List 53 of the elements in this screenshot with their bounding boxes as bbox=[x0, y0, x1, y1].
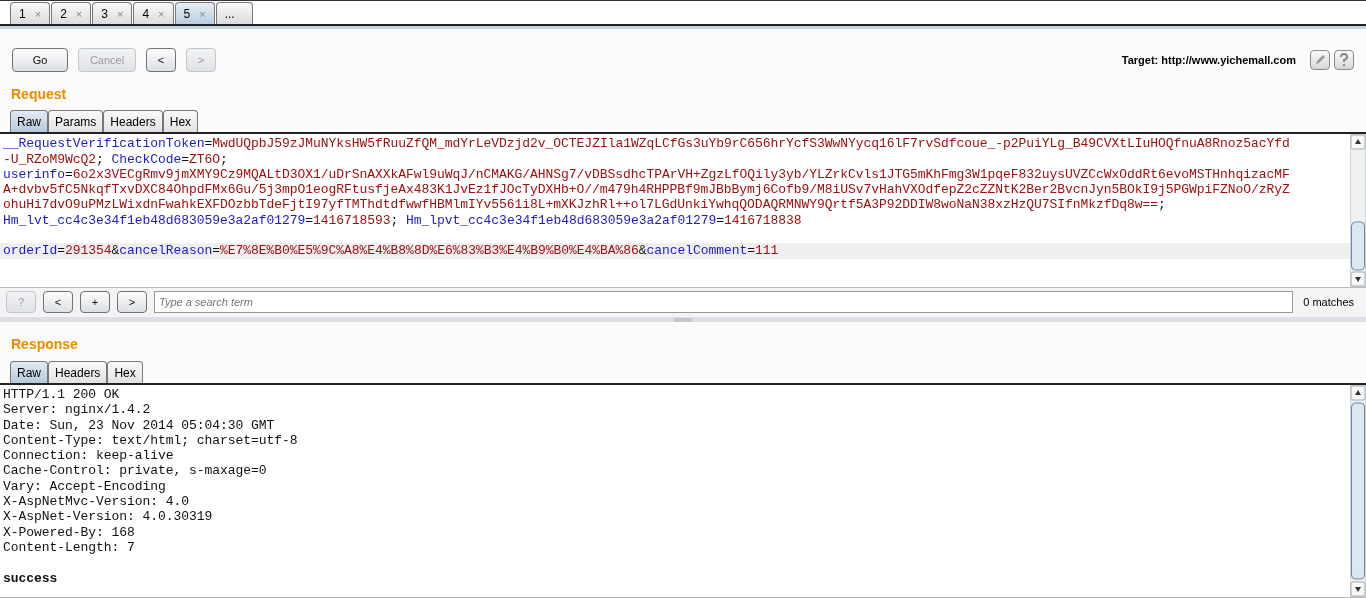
tab[interactable]: 3 × bbox=[92, 2, 133, 25]
tab-label: 5 bbox=[183, 6, 191, 21]
target-label: Target: http://www.yichemall.com bbox=[1121, 54, 1296, 67]
search-button[interactable]: > bbox=[117, 291, 147, 314]
tab[interactable]: Raw bbox=[10, 361, 48, 383]
tab[interactable]: 5 × bbox=[174, 2, 215, 25]
code-line: ohuHi7dvO9uPMzLWixdnFwahkEXFDOzbbTdeFjtI97yfTMThdtdfwwfHBMlmIYv5561i8L+mXKJzhRl++ol7LGdUnkiYwhqQODAQRMNWY9Qrtf5A3P92DDIW8woNaN38xzHzQU7SIfnMkzfDq8w==; bbox=[3, 197, 1167, 213]
code-line: Content-Length: 7 bbox=[3, 539, 136, 556]
tab[interactable]: 4 × bbox=[133, 2, 174, 25]
response-editor[interactable] bbox=[0, 385, 1366, 598]
code-line: Content-Type: text/html; charset=utf-8 bbox=[3, 432, 299, 449]
code-line: __RequestVerificationToken=MwdUQpbJ59zJMuNYksHW5fRuuZfQM_mdYrLeVDzjd2v_OCTEJZIla1WZqLCfGs3uYb9rC656hrYcfS3WwNYycq16lF7rvSdfcoue_-p2PuiYLg_B49CVXtLIuHOQfnuA8Rnoz5acYfd bbox=[3, 136, 1291, 152]
request-editor[interactable] bbox=[0, 134, 1366, 289]
code-line: Vary: Accept-Encoding bbox=[3, 478, 167, 495]
search-button[interactable]: + bbox=[80, 291, 110, 314]
tab-label: 3 bbox=[101, 6, 108, 21]
code-line: userinfo=6o2x3VECgRmv9jmXMY9Cz9MQALtD3OX1/uDrSnAXXkAFwl9uWqJ/nCMAKG/AHNSg7/vDBSsdhcTPArVH+ZgzLfOQily3yb/YLZrkCvls1JTG5mKhFmg3W1pqeF832uysUVZCcWxOddRt6evoMSTHnhqizacMF bbox=[3, 166, 1291, 183]
help-icon[interactable] bbox=[1334, 50, 1354, 71]
code-line: Server: nginx/1.4.2 bbox=[3, 402, 152, 418]
tab[interactable]: ... bbox=[215, 2, 253, 25]
search-field[interactable]: Type a search term bbox=[154, 291, 1294, 314]
tab[interactable]: Headers bbox=[103, 110, 163, 133]
scrollbar[interactable] bbox=[1350, 134, 1366, 288]
code-line: A+dvbv5fC5NkqfTxvDXC84OhpdFMx6Gu/5j3mpO1eogRFtusfjeAx483K1JvEz1fJOcTyDXHb+O//m479h4RHPPBf9mJBbBymj6Cofb9/M8iUSv7vHahVXOdfepZ2cZZNtK2Ber2BvcnJyn5BOkI9j5PGWpiFZNoO/zRyZ bbox=[3, 182, 1291, 198]
code-line: HTTP/1.1 200 OK bbox=[3, 387, 121, 403]
code-line: Date: Sun, 23 Nov 2014 05:04:30 GMT bbox=[3, 417, 276, 433]
match-count: 0 matches bbox=[1303, 296, 1354, 309]
code-line: X-AspNetMvc-Version: 4.0 bbox=[3, 494, 191, 510]
tab-label: ... bbox=[224, 6, 235, 21]
tab-label: 4 bbox=[142, 6, 150, 21]
tab-label: 2 bbox=[60, 6, 67, 21]
tab[interactable]: Raw bbox=[10, 110, 48, 133]
code-line: success bbox=[3, 570, 59, 586]
tab[interactable]: Hex bbox=[107, 361, 143, 383]
tab[interactable]: Headers bbox=[48, 361, 108, 383]
tab[interactable]: 1 × bbox=[10, 2, 51, 25]
code-line: Cache-Control: private, s-maxage=0 bbox=[3, 463, 268, 479]
section-title: Request bbox=[10, 85, 68, 105]
code-line: X-Powered-By: 168 bbox=[3, 524, 136, 540]
tab-label: 1 bbox=[19, 6, 26, 21]
toolbar-button[interactable]: Go bbox=[12, 48, 68, 73]
code-line: Hm_lvt_cc4c3e34f1eb48d683059e3a2af01279=1416718593; Hm_lpvt_cc4c3e34f1eb48d683059e3a2af01279=1416718838 bbox=[3, 212, 803, 229]
pencil-icon[interactable] bbox=[1310, 50, 1330, 71]
section-title: Response bbox=[10, 335, 79, 355]
tab[interactable]: Params bbox=[48, 110, 104, 133]
tab[interactable]: 2 × bbox=[51, 2, 92, 25]
tab[interactable]: Hex bbox=[162, 110, 199, 133]
search-button[interactable]: < bbox=[43, 291, 73, 314]
code-line: -U_RZoM9WcQ2; CheckCode=ZT6O; bbox=[3, 151, 229, 167]
scrollbar[interactable] bbox=[1350, 385, 1366, 597]
code-line: X-AspNet-Version: 4.0.30319 bbox=[3, 509, 214, 525]
toolbar-button[interactable]: < bbox=[146, 48, 176, 73]
code-line: Connection: keep-alive bbox=[3, 448, 175, 464]
